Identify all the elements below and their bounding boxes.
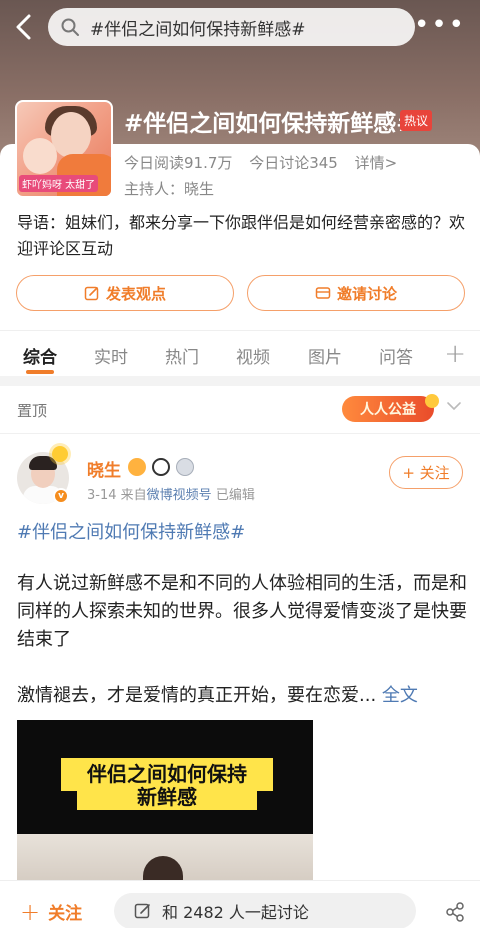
add-tab-plus-icon[interactable]: +: [444, 339, 466, 369]
author-badges: [128, 458, 194, 476]
feed-tabs: 综合 实时 热门 视频 图片 问答 +: [0, 330, 480, 376]
back-arrow-icon[interactable]: [10, 12, 40, 42]
tab-realtime[interactable]: 实时: [94, 343, 128, 368]
more-options-icon[interactable]: •••: [414, 12, 466, 38]
post-hashtag[interactable]: #伴侣之间如何保持新鲜感#: [17, 518, 245, 544]
discussions-count: 今日讨论345: [249, 154, 338, 172]
bottom-action-bar: + 关注 和 2482 人一起讨论: [0, 880, 480, 928]
topic-stats: 今日阅读91.7万 今日讨论345 详情>: [124, 152, 409, 173]
pinned-bar: 置顶 人人公益: [0, 386, 480, 434]
tab-comprehensive[interactable]: 综合: [23, 343, 57, 368]
tab-images[interactable]: 图片: [308, 343, 342, 368]
post-paragraph: 激情褪去，才是爱情的真正开始，要在恋爱... 全文: [17, 685, 418, 706]
video-caption-line2: 新鲜感: [77, 784, 257, 810]
reads-count: 今日阅读91.7万: [124, 154, 233, 172]
edit-icon: [84, 286, 99, 301]
post-source[interactable]: 微博视频号: [147, 488, 212, 503]
post-meta: 3-14 来自微博视频号 已编辑: [87, 484, 255, 503]
hot-badge: 热议: [400, 110, 433, 131]
post-body: 有人说过新鲜感不是和不同的人体验相同的生活，而是和同样的人探索未知的世界。很多人…: [17, 570, 469, 738]
top-bar: #伴侣之间如何保持新鲜感# •••: [0, 0, 480, 56]
topic-title: #伴侣之间如何保持新鲜感#: [124, 111, 416, 137]
full-text-link[interactable]: 全文: [382, 685, 418, 706]
invite-discussion-button[interactable]: 邀请讨论: [247, 275, 465, 311]
tab-qa[interactable]: 问答: [379, 343, 413, 368]
active-tab-indicator: [26, 370, 54, 374]
tab-video[interactable]: 视频: [236, 343, 270, 368]
details-link[interactable]: 详情>: [355, 154, 398, 172]
plus-icon: +: [20, 897, 41, 926]
invite-mail-icon: [315, 287, 331, 299]
post-source-prefix: 来自: [120, 488, 147, 503]
invite-discussion-label: 邀请讨论: [336, 284, 397, 303]
cover-caption: 虾吖妈呀 太甜了: [19, 175, 99, 192]
join-discussion-label: 和 2482 人一起讨论: [162, 903, 309, 922]
share-icon[interactable]: [444, 901, 466, 923]
tab-hot[interactable]: 热门: [165, 343, 199, 368]
search-query: #伴侣之间如何保持新鲜感#: [90, 19, 306, 40]
edit-icon: [134, 903, 150, 919]
medal-badge-icon: [128, 458, 146, 476]
pinned-label: 置顶: [17, 402, 48, 420]
post-date: 3-14: [87, 488, 117, 503]
verified-badge-icon: v: [53, 488, 69, 504]
sun-badge-icon: [52, 446, 68, 462]
follow-author-button[interactable]: + 关注: [389, 456, 463, 489]
topic-cover-image[interactable]: 虾吖妈呀 太甜了: [15, 100, 113, 198]
section-divider: [0, 376, 480, 386]
bottom-follow-button[interactable]: + 关注: [20, 897, 83, 926]
sun-decoration-icon: [425, 394, 439, 408]
search-bar[interactable]: #伴侣之间如何保持新鲜感#: [48, 8, 415, 46]
post-opinion-button[interactable]: 发表观点: [16, 275, 234, 311]
chevron-down-icon[interactable]: [446, 398, 462, 414]
author-name[interactable]: 晓生: [87, 456, 121, 481]
panda-badge-icon: [152, 458, 170, 476]
join-discussion-input[interactable]: 和 2482 人一起讨论: [114, 893, 416, 928]
silver-badge-icon: [176, 458, 194, 476]
post-video-thumbnail[interactable]: 伴侣之间如何保持 新鲜感: [17, 720, 313, 885]
search-icon: [61, 18, 79, 36]
post-paragraph: 有人说过新鲜感不是和不同的人体验相同的生活，而是和同样的人探索未知的世界。很多人…: [17, 573, 467, 650]
topic-host: 主持人：晓生: [124, 180, 215, 198]
post-opinion-label: 发表观点: [105, 284, 166, 303]
post-edited: 已编辑: [215, 488, 255, 503]
topic-intro: 导语：姐妹们，都来分享一下你跟伴侣是如何经营亲密感的？欢迎评论区互动: [17, 213, 466, 258]
charity-badge[interactable]: 人人公益: [342, 396, 434, 422]
bottom-follow-label: 关注: [48, 904, 83, 924]
